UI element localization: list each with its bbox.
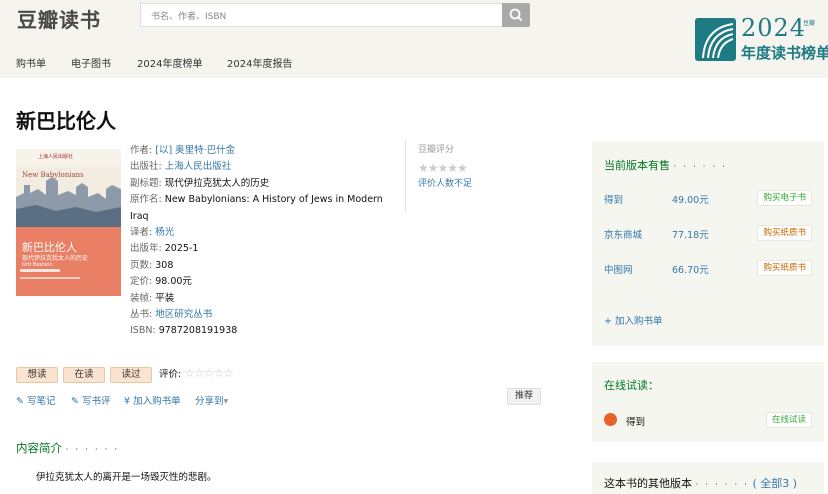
evaluate-stars-icon[interactable]: ☆☆☆☆☆ <box>184 366 234 380</box>
add-to-cart-button[interactable]: + 加入购书单 <box>604 313 662 327</box>
subtitle-label: 副标题: <box>130 177 162 189</box>
price-label: 定价: <box>130 276 153 288</box>
sale-row: 得到 49.00元 购买电子书 <box>604 190 812 206</box>
trial-row: 得到 在线试读 <box>604 412 812 428</box>
pub-year-value: 2025-1 <box>164 243 199 255</box>
sale-shop[interactable]: 京东商城 <box>604 227 642 241</box>
buy-paper-book-button[interactable]: 购买纸质书 <box>757 260 812 276</box>
rating-label: 豆瓣评分 <box>418 145 455 155</box>
online-trial-button[interactable]: 在线试读 <box>765 412 812 428</box>
book-title: 新巴比伦人 <box>16 109 116 133</box>
cover-author-en: Orit Bashkin <box>22 262 53 268</box>
price-value: 98.00元 <box>155 276 192 288</box>
book-cover[interactable]: 上海人民出版社 New Babylonians 新巴比伦人 现代伊拉克犹太人的历… <box>16 149 121 296</box>
share-link[interactable]: 分享到▾ <box>195 393 228 407</box>
cover-subtitle-cn: 现代伊拉克犹太人的历史 <box>22 255 89 262</box>
sale-price[interactable]: 66.70元 <box>672 262 709 276</box>
pages-value: 308 <box>155 259 174 271</box>
buy-ebook-button[interactable]: 购买电子书 <box>757 190 812 206</box>
series-label: 丛书: <box>130 309 153 321</box>
write-review-link[interactable]: ✎ 写书评 <box>71 393 111 407</box>
buy-paper-book-button[interactable]: 购买纸质书 <box>757 225 812 241</box>
pencil-icon: ✎ <box>16 396 24 407</box>
pages-label: 页数: <box>130 259 153 271</box>
on-sale-title: 当前版本有售 · · · · · · <box>604 157 727 173</box>
want-to-read-button[interactable]: 想读 <box>16 367 58 383</box>
pub-year-label: 出版年: <box>130 243 162 255</box>
other-editions-title: 这本书的其他版本 · · · · · · ( 全部3 ) <box>604 475 797 491</box>
intro-dots: · · · · · · <box>65 445 120 455</box>
rating-note[interactable]: 评价人数不足 <box>418 176 495 189</box>
series-link[interactable]: 地区研究丛书 <box>155 309 212 320</box>
banner-logo-icon <box>695 18 736 61</box>
publisher-label: 出版社: <box>130 161 162 173</box>
sale-row: 京东商城 77.18元 购买纸质书 <box>604 225 812 241</box>
site-header: 豆瓣读书 书名、作者、ISBN 购书单 电子图书 2024年度榜单 2024年度… <box>0 0 828 78</box>
book-info: 作者: [以] 奥里特·巴什金 出版社: 上海人民出版社 副标题: 现代伊拉克犹… <box>130 143 390 340</box>
translator-link[interactable]: 杨光 <box>155 227 174 238</box>
evaluate: 评价: ☆☆☆☆☆ <box>159 366 234 380</box>
translator-label: 译者: <box>130 227 153 239</box>
intro-text: 伊拉克犹太人的离开是一场毁灭性的悲剧。 <box>36 472 217 483</box>
banner-year: 2024 <box>741 14 807 42</box>
binding-value: 平装 <box>155 292 175 304</box>
intro-section-title: 内容简介 · · · · · · <box>16 440 119 456</box>
pencil-icon: ✎ <box>71 396 79 407</box>
subtitle-value: 现代伊拉克犹太人的历史 <box>164 177 270 189</box>
sale-shop[interactable]: 中图网 <box>604 262 633 276</box>
banner-subtitle: 年度读书榜单 <box>741 44 828 62</box>
on-sale-title-text: 当前版本有售 <box>604 159 670 172</box>
other-editions-dots: · · · · · · <box>695 480 749 490</box>
recommend-button[interactable]: 推荐 <box>507 388 541 405</box>
have-read-button[interactable]: 读过 <box>110 367 152 383</box>
sale-price[interactable]: 49.00元 <box>672 192 709 206</box>
nav-annual-report[interactable]: 2024年度报告 <box>227 55 292 70</box>
all-editions-link[interactable]: ( 全部3 ) <box>752 477 797 490</box>
intro-title: 内容简介 <box>16 441 62 455</box>
add-to-cart-link[interactable]: ¥ 加入购书单 <box>124 393 181 407</box>
evaluate-label: 评价: <box>159 369 182 380</box>
dedao-logo-icon <box>604 413 617 426</box>
author-label: 作者: <box>130 145 153 156</box>
search-icon <box>509 8 523 22</box>
original-title-label: 原作名: <box>130 194 162 206</box>
publisher-link[interactable]: 上海人民出版社 <box>165 161 232 172</box>
nav-annual-list[interactable]: 2024年度榜单 <box>137 55 202 70</box>
write-note-link[interactable]: ✎ 写笔记 <box>16 393 56 407</box>
online-trial-panel: 在线试读： 得到 在线试读 <box>592 362 824 442</box>
search-input[interactable]: 书名、作者、ISBN <box>140 3 502 27</box>
yen-icon: ¥ <box>124 396 131 407</box>
nav-ebooks[interactable]: 电子图书 <box>71 55 111 70</box>
isbn-label: ISBN: <box>130 325 156 337</box>
banner-tag: 豆瓣 <box>803 20 816 27</box>
on-sale-panel: 当前版本有售 · · · · · · 得到 49.00元 购买电子书 京东商城 … <box>592 141 824 346</box>
rating-box: 豆瓣评分 ★★★★★ 评价人数不足 <box>405 140 495 212</box>
nav-book-list[interactable]: 购书单 <box>16 55 46 70</box>
cover-title-en: New Babylonians <box>22 171 84 179</box>
sale-row: 中图网 66.70元 购买纸质书 <box>604 260 812 276</box>
annual-list-banner[interactable]: 2024 豆瓣 年度读书榜单 <box>695 14 828 62</box>
other-editions-title-text: 这本书的其他版本 <box>604 477 692 490</box>
chevron-down-icon: ▾ <box>223 396 229 407</box>
on-sale-dots: · · · · · · <box>673 162 727 172</box>
other-editions-panel: 这本书的其他版本 · · · · · · ( 全部3 ) <box>592 462 824 494</box>
isbn-value: 9787208191938 <box>158 325 238 337</box>
author-link[interactable]: [以] 奥里特·巴什金 <box>155 145 235 156</box>
douban-book-logo[interactable]: 豆瓣读书 <box>17 4 101 33</box>
cover-publisher-mark: 上海人民出版社 <box>38 154 74 160</box>
binding-label: 装帧: <box>130 292 153 304</box>
sale-price[interactable]: 77.18元 <box>672 227 709 241</box>
sale-shop[interactable]: 得到 <box>604 192 623 206</box>
reading-button[interactable]: 在读 <box>63 367 105 383</box>
search-button[interactable] <box>502 3 530 27</box>
online-trial-title: 在线试读： <box>604 379 659 392</box>
rating-stars-icon: ★★★★★ <box>418 161 468 175</box>
original-title-value: New Babylonians: A History of Jews in Mo… <box>130 194 383 222</box>
trial-shop[interactable]: 得到 <box>626 414 645 428</box>
